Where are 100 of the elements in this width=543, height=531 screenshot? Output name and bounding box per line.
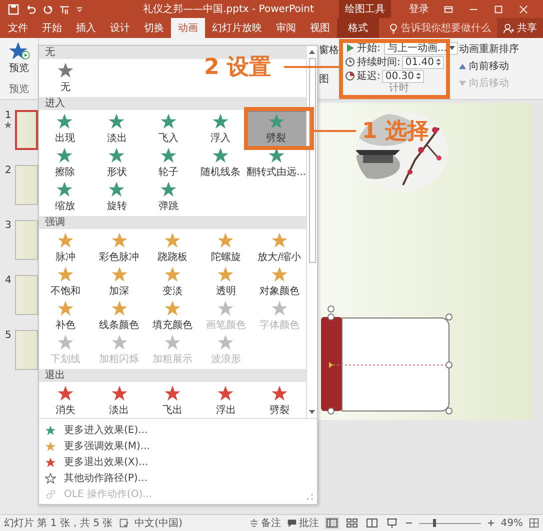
star-icon bbox=[45, 440, 56, 452]
effect-option[interactable]: 加深 bbox=[92, 265, 146, 299]
ribbon-tab[interactable]: 审阅 bbox=[269, 18, 303, 38]
delay-clock-icon bbox=[345, 71, 355, 81]
comments-button[interactable]: 批注 bbox=[286, 516, 319, 530]
notes-button[interactable]: 备注 bbox=[248, 516, 281, 530]
effect-option[interactable]: 淡出 bbox=[92, 384, 146, 418]
touch-mode-icon[interactable] bbox=[59, 4, 70, 14]
effect-option[interactable]: 浮入 bbox=[194, 112, 246, 146]
zoom-level[interactable]: 49% bbox=[500, 518, 523, 528]
ribbon-tab[interactable]: 插入 bbox=[69, 18, 103, 38]
effect-option[interactable]: 浮出 bbox=[199, 384, 253, 418]
menu-item[interactable]: 其他动作路径(P)... bbox=[45, 471, 317, 485]
effect-option[interactable]: 随机线条 bbox=[194, 146, 246, 180]
star-icon bbox=[57, 334, 74, 351]
effect-option[interactable]: 填充颜色 bbox=[146, 299, 200, 333]
resize-grip-icon[interactable] bbox=[307, 494, 313, 500]
menu-item[interactable]: 更多退出效果(X)... bbox=[45, 455, 317, 469]
slide-number: 5 bbox=[4, 330, 12, 341]
ribbon-label[interactable]: 窗格 bbox=[319, 43, 339, 57]
language-label[interactable]: 中文(中国) bbox=[134, 516, 182, 530]
effect-option[interactable]: 对象颜色 bbox=[252, 265, 306, 299]
reading-view-icon[interactable] bbox=[364, 517, 379, 529]
fit-slide-icon[interactable] bbox=[529, 518, 539, 528]
effect-option[interactable]: 彩色脉冲 bbox=[92, 231, 146, 265]
star-icon bbox=[270, 385, 288, 402]
slide-thumbnail[interactable] bbox=[15, 110, 38, 150]
effect-option[interactable]: 翻转式由远... bbox=[246, 146, 306, 180]
slideshow-icon[interactable] bbox=[384, 517, 399, 529]
slide-sorter-icon[interactable] bbox=[344, 517, 359, 529]
delay-field[interactable]: 00.30 bbox=[382, 70, 424, 82]
effect-option[interactable]: 飞入 bbox=[142, 112, 195, 146]
effect-option[interactable]: 脉冲 bbox=[39, 231, 92, 265]
effect-option[interactable]: 弹跳 bbox=[142, 180, 195, 214]
slide-thumbnail[interactable] bbox=[15, 275, 38, 315]
effect-option[interactable]: 淡出 bbox=[90, 112, 143, 146]
slide-number: 2 bbox=[4, 165, 12, 176]
tell-me-box[interactable]: 告诉我你想要做什么 bbox=[401, 21, 491, 35]
star-icon bbox=[108, 113, 126, 130]
slide-thumbnail[interactable] bbox=[15, 165, 38, 205]
ribbon-tab[interactable]: 视图 bbox=[303, 18, 337, 38]
zoom-slider[interactable] bbox=[418, 518, 481, 528]
slide-thumbnail[interactable] bbox=[15, 330, 38, 370]
effect-option[interactable]: 擦除 bbox=[39, 146, 91, 180]
star-icon bbox=[268, 113, 285, 130]
duration-field[interactable]: 01.40 bbox=[402, 56, 444, 68]
effect-option[interactable]: 劈裂 bbox=[246, 112, 306, 146]
zoom-in-icon[interactable] bbox=[486, 519, 495, 527]
effect-option[interactable]: 劈裂 bbox=[252, 384, 306, 418]
share-button[interactable]: 共享 bbox=[497, 18, 543, 38]
ribbon-tab[interactable]: 动画 bbox=[171, 18, 205, 38]
effect-option[interactable]: 旋转 bbox=[90, 180, 143, 214]
normal-view-icon[interactable] bbox=[324, 517, 339, 529]
effect-option[interactable]: 补色 bbox=[39, 299, 92, 333]
star-icon bbox=[164, 300, 181, 317]
ribbon-label[interactable]: 图 bbox=[319, 72, 339, 86]
effect-option[interactable]: 线条颜色 bbox=[92, 299, 146, 333]
spellcheck-icon[interactable] bbox=[118, 518, 129, 528]
save-icon[interactable] bbox=[8, 4, 19, 14]
spinner-arrows-icon[interactable] bbox=[436, 57, 442, 67]
star-icon bbox=[217, 266, 234, 283]
scroll-down-icon[interactable] bbox=[308, 408, 316, 416]
effect-option[interactable]: 消失 bbox=[39, 384, 92, 418]
effect-option[interactable]: 形状 bbox=[90, 146, 143, 180]
effect-option[interactable]: 透明 bbox=[199, 265, 253, 299]
close-icon[interactable] bbox=[518, 4, 529, 14]
sign-in-link[interactable]: 登录 bbox=[409, 2, 429, 16]
ribbon-tab[interactable]: 格式 bbox=[337, 18, 379, 38]
effect-option[interactable]: 缩放 bbox=[39, 180, 91, 214]
ribbon-tab[interactable]: 开始 bbox=[35, 18, 69, 38]
ribbon-tab[interactable]: 设计 bbox=[103, 18, 137, 38]
effect-option[interactable]: 出现 bbox=[39, 112, 91, 146]
star-icon bbox=[212, 147, 230, 164]
star-icon bbox=[164, 232, 181, 249]
ribbon-tab[interactable]: 切换 bbox=[137, 18, 171, 38]
ribbon-tab[interactable]: 幻灯片放映 bbox=[205, 18, 269, 38]
effect-option[interactable]: 飞出 bbox=[146, 384, 200, 418]
scroll-up-icon[interactable] bbox=[308, 48, 316, 56]
effect-option[interactable]: 无 bbox=[39, 61, 92, 95]
customize-icon[interactable] bbox=[76, 6, 83, 12]
effect-option[interactable]: 轮子 bbox=[142, 146, 195, 180]
effect-option[interactable]: 陀螺旋 bbox=[199, 231, 253, 265]
slide-thumbnail[interactable] bbox=[15, 220, 38, 260]
effect-option[interactable]: 变淡 bbox=[146, 265, 200, 299]
slide-number: 1 bbox=[4, 110, 12, 121]
menu-item[interactable]: 更多进入效果(E)... bbox=[45, 423, 317, 437]
preview-button[interactable]: 预览 bbox=[8, 38, 30, 75]
star-icon bbox=[164, 334, 181, 351]
ribbon-options-icon[interactable] bbox=[443, 4, 454, 14]
star-icon bbox=[45, 456, 56, 468]
menu-item[interactable]: 更多强调效果(M)... bbox=[45, 439, 317, 453]
redo-icon[interactable] bbox=[42, 4, 53, 14]
effect-option[interactable]: 不饱和 bbox=[39, 265, 92, 299]
move-earlier-button[interactable]: 向前移动 bbox=[459, 59, 519, 73]
effect-option[interactable]: 放大/缩小 bbox=[252, 231, 306, 265]
effect-option[interactable]: 跷跷板 bbox=[146, 231, 200, 265]
undo-icon[interactable] bbox=[25, 4, 36, 14]
ribbon-tab[interactable]: 文件 bbox=[0, 18, 35, 38]
maximize-icon[interactable] bbox=[493, 4, 504, 14]
spinner-arrows-icon[interactable] bbox=[416, 71, 422, 81]
